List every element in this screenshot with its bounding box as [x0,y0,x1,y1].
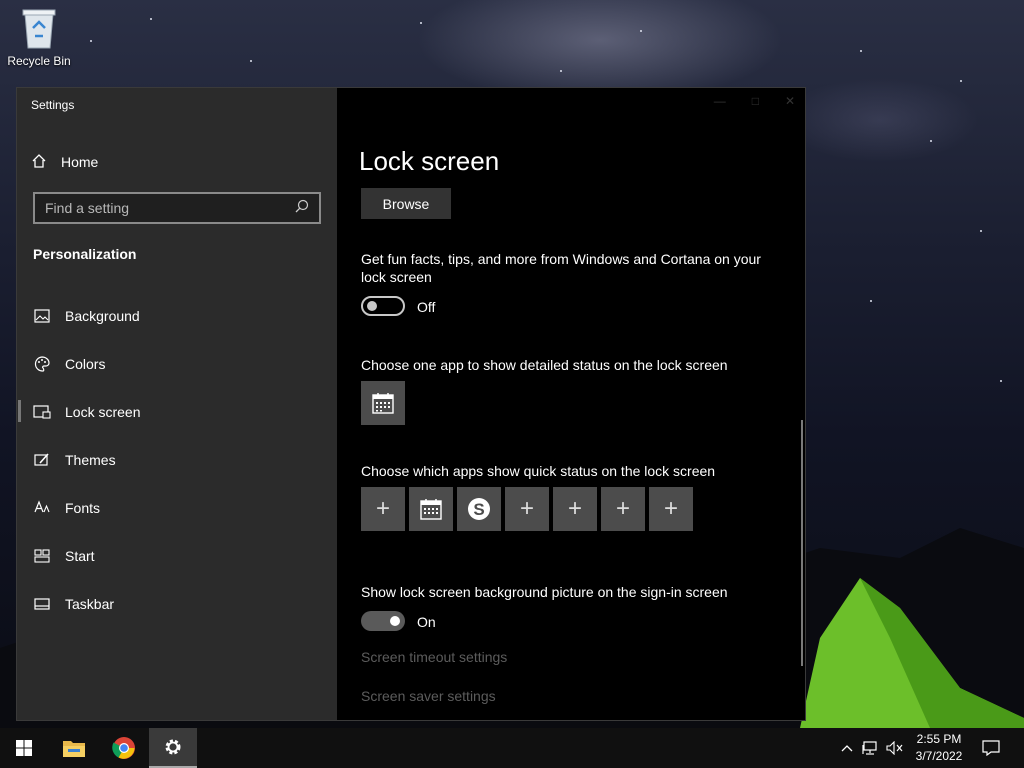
add-icon: + [567,495,582,522]
taskbar: 2:55 PM 3/7/2022 [0,728,1024,768]
minimize-icon[interactable]: — [714,94,726,108]
detailed-status-label: Choose one app to show detailed status o… [361,357,728,373]
screen-timeout-link[interactable]: Screen timeout settings [361,649,507,665]
page-title: Lock screen [359,146,500,176]
sidebar-item-background[interactable]: Background [17,292,337,340]
home-icon [31,153,47,172]
chrome-icon [112,737,135,759]
signin-bg-state: On [417,614,436,630]
recycle-bin-shortcut[interactable]: Recycle Bin [4,6,74,76]
recycle-bin-label: Recycle Bin [7,54,71,68]
window-title: Settings [31,98,75,112]
recycle-bin-icon [22,9,56,49]
sidebar-item-lock-screen[interactable]: Lock screen [17,388,337,436]
window-caption-buttons: — □ ✕ [714,94,795,108]
folder-icon [63,741,85,757]
maximize-icon[interactable]: □ [752,94,759,108]
settings-taskbar-button[interactable] [149,728,197,768]
gear-icon [165,739,181,755]
lock-screen-pane: — □ ✕ Lock screen Browse Get fun facts, … [337,88,805,720]
quick-status-slot-1[interactable]: + [361,487,405,531]
windows-logo-icon [16,740,32,756]
quick-status-slot-7[interactable]: + [649,487,693,531]
skype-icon: S [468,498,490,520]
file-explorer-button[interactable] [50,728,98,768]
start-button[interactable] [0,728,48,768]
search-icon [295,199,309,218]
signin-bg-toggle[interactable] [361,611,405,631]
sidebar-item-taskbar[interactable]: Taskbar [17,580,337,628]
search-box[interactable] [33,192,321,224]
action-center-icon[interactable] [978,728,1004,768]
sidebar-item-label: Fonts [65,500,101,516]
image-icon [33,307,51,325]
clock-time: 2:55 PM [916,732,962,746]
calendar-icon [420,499,442,520]
volume-muted-icon[interactable] [884,728,906,768]
scrollbar[interactable] [801,420,803,666]
screen-saver-link[interactable]: Screen saver settings [361,688,496,704]
home-nav[interactable]: Home [31,150,98,174]
settings-sidebar: Settings Home Personalization Background [17,88,337,720]
fun-facts-state: Off [417,299,436,315]
add-icon: + [375,495,390,522]
add-icon: + [663,495,678,522]
quick-status-slot-6[interactable]: + [601,487,645,531]
sidebar-nav: Background Colors Lock screen Themes Fon… [17,292,337,628]
signin-bg-label: Show lock screen background picture on t… [361,584,728,600]
add-icon: + [615,495,630,522]
font-icon [33,499,51,517]
taskbar-clock[interactable]: 2:55 PM 3/7/2022 [906,731,972,765]
chevron-up-icon[interactable] [838,728,856,768]
section-title: Personalization [33,246,137,262]
search-input[interactable] [45,200,285,216]
palette-icon [33,355,51,373]
quick-status-slot-3[interactable]: S [457,487,501,531]
quick-status-slot-5[interactable]: + [553,487,597,531]
brush-icon [33,451,51,469]
svg-text:S: S [473,500,484,519]
network-icon[interactable] [860,728,882,768]
quick-status-slot-4[interactable]: + [505,487,549,531]
fun-facts-toggle[interactable] [361,296,405,316]
sidebar-item-start[interactable]: Start [17,532,337,580]
chrome-button[interactable] [100,728,148,768]
quick-status-label: Choose which apps show quick status on t… [361,463,716,479]
quick-status-slot-2[interactable] [409,487,453,531]
calendar-icon [372,393,394,414]
sidebar-item-label: Themes [65,452,116,468]
sidebar-item-label: Colors [65,356,106,372]
sidebar-item-label: Start [65,548,95,564]
start-grid-icon [33,547,51,565]
lock-screen-icon [33,403,51,421]
sidebar-item-label: Background [65,308,140,324]
home-label: Home [61,154,99,170]
sidebar-item-themes[interactable]: Themes [17,436,337,484]
sidebar-item-label: Lock screen [65,404,141,420]
add-icon: + [519,495,534,522]
browse-button[interactable]: Browse [361,188,451,219]
sidebar-item-fonts[interactable]: Fonts [17,484,337,532]
clock-date: 3/7/2022 [915,749,963,763]
taskbar-icon [33,595,51,613]
sidebar-item-label: Taskbar [65,596,115,612]
sidebar-item-colors[interactable]: Colors [17,340,337,388]
fun-facts-text: Get fun facts, tips, and more from Windo… [361,251,761,285]
settings-window: Settings Home Personalization Background [16,87,806,721]
close-icon[interactable]: ✕ [785,94,795,108]
detailed-status-app-tile[interactable] [361,381,405,425]
